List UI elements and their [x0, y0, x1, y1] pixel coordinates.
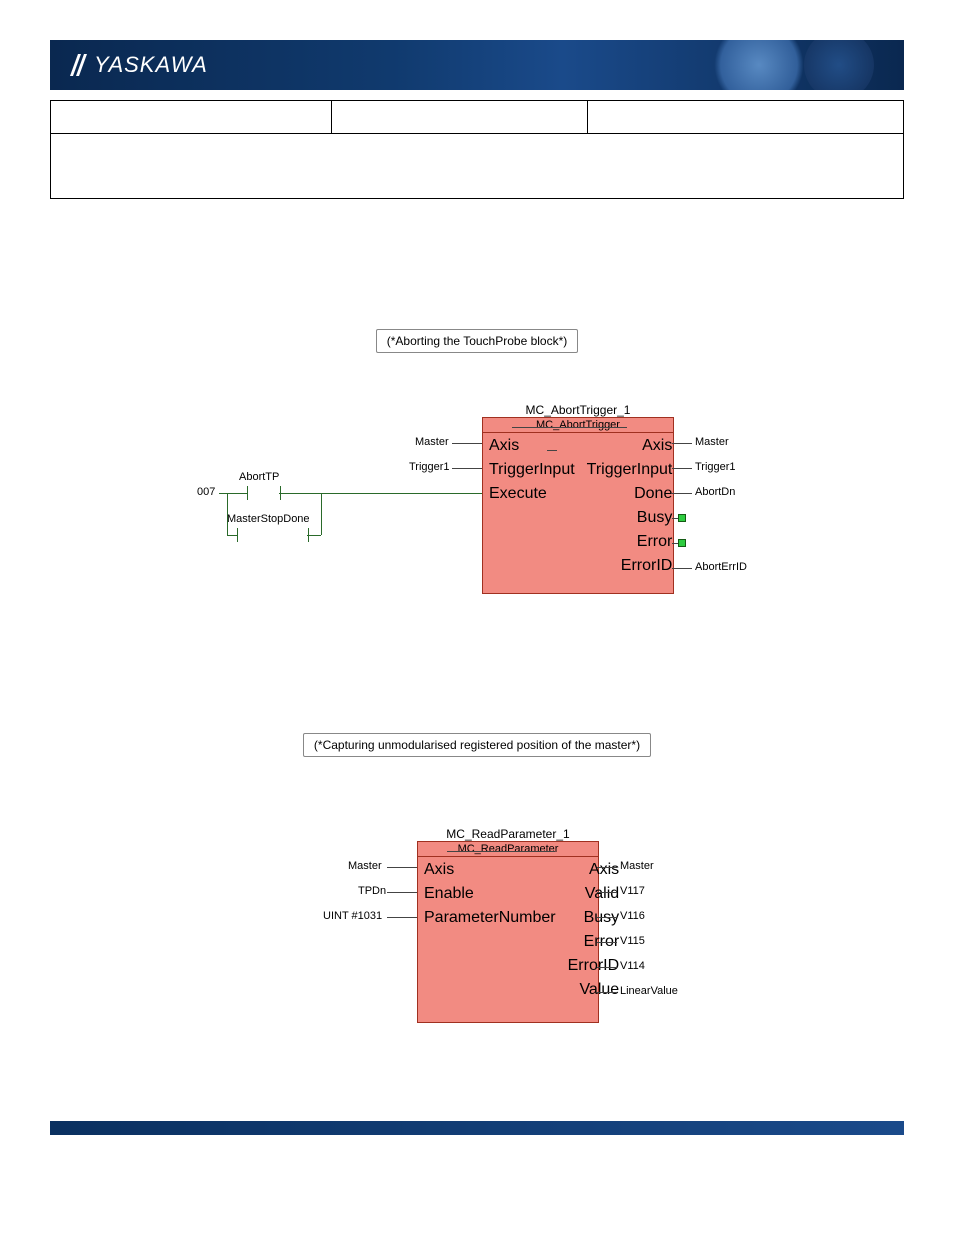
axis-through-line: [512, 427, 627, 428]
wire: [219, 493, 247, 494]
fb-outputs: Axis TriggerInput Done Busy Error ErrorI…: [581, 433, 679, 593]
ext-label-left: UINT #1031: [323, 910, 382, 922]
function-block-container: MC_ReadParameter_1 MC_ReadParameter Axis…: [417, 827, 599, 1023]
table-cell: [51, 134, 904, 199]
table-cell: [588, 101, 904, 134]
ext-label-right: V117: [620, 885, 645, 897]
logo-slash-icon: [70, 54, 88, 76]
fb-port: Valid: [585, 885, 619, 903]
ext-label-left: TPDn: [358, 885, 386, 897]
diagram-abort-trigger: 007 AbortTP MasterStopDone Master Trigge…: [197, 403, 757, 623]
fb-port: ParameterNumber: [424, 909, 556, 927]
function-block: MC_ReadParameter Axis Enable ParameterNu…: [417, 841, 599, 1023]
table-cell: [51, 101, 332, 134]
brand-logo: YASKAWA: [70, 52, 208, 78]
wire: [452, 443, 482, 444]
fb-port: TriggerInput: [489, 461, 575, 479]
ext-label-left: Master: [348, 860, 382, 872]
fb-port: Axis: [489, 437, 519, 455]
ladder-contact: [247, 486, 281, 500]
fb-port: Busy: [637, 509, 673, 527]
table-row: [51, 134, 904, 199]
ext-label-right: Master: [695, 436, 729, 448]
fb-port: ErrorID: [568, 957, 620, 975]
wire: [597, 917, 617, 918]
fb-port: Busy: [584, 909, 620, 927]
fb-port: TriggerInput: [587, 461, 673, 479]
brand-text: YASKAWA: [94, 52, 208, 78]
rung-number: 007: [197, 486, 215, 498]
fb-outputs: Axis Valid Busy Error ErrorID Value: [562, 857, 626, 1022]
table-row: [51, 101, 904, 134]
ext-label-right: V115: [620, 935, 645, 947]
ext-label-right: AbortErrID: [695, 561, 747, 573]
ext-label-right: Master: [620, 860, 654, 872]
wire: [597, 867, 617, 868]
info-table: [50, 100, 904, 199]
wire: [321, 493, 322, 535]
ladder-contact: [237, 528, 309, 542]
fb-instance-name: MC_AbortTrigger_1: [482, 403, 674, 417]
fb-port: Done: [634, 485, 672, 503]
wire: [672, 568, 692, 569]
wire: [387, 867, 417, 868]
wire: [227, 535, 237, 536]
wire: [597, 892, 617, 893]
header-banner: YASKAWA: [50, 40, 904, 90]
fb-body: Axis Enable ParameterNumber Axis Valid B…: [418, 857, 598, 1022]
ext-label-right: V114: [620, 960, 645, 972]
wire: [672, 493, 692, 494]
trigger-through-line: [547, 450, 557, 451]
fb-port: Value: [579, 981, 619, 999]
fb-port: ErrorID: [621, 557, 673, 575]
status-dot-icon: [678, 539, 686, 547]
fb-inputs: Axis TriggerInput Execute: [483, 433, 581, 593]
wire: [452, 468, 482, 469]
ext-label-right: AbortDn: [695, 486, 735, 498]
ext-label-left: Master: [415, 436, 449, 448]
status-dot-icon: [678, 514, 686, 522]
axis-through-line: [447, 851, 555, 852]
fb-inputs: Axis Enable ParameterNumber: [418, 857, 562, 1022]
fb-body: Axis TriggerInput Execute Axis TriggerIn…: [483, 433, 673, 593]
diagram-section: (*Aborting the TouchProbe block*) 007 Ab…: [50, 329, 904, 1027]
fb-type: MC_ReadParameter: [418, 842, 598, 857]
ext-label-right: V116: [620, 910, 645, 922]
fb-port: Axis: [424, 861, 454, 879]
content-area: YASKAWA (*Aborting the TouchProbe block*…: [0, 0, 954, 1027]
wire: [597, 992, 617, 993]
fb-type: MC_AbortTrigger: [483, 418, 673, 433]
wire: [597, 942, 617, 943]
page: YASKAWA (*Aborting the TouchProbe block*…: [0, 0, 954, 1235]
contact-label: MasterStopDone: [227, 513, 310, 525]
wire: [672, 443, 692, 444]
fb-port: Enable: [424, 885, 474, 903]
wire: [307, 535, 321, 536]
footer-bar: [50, 1121, 904, 1135]
wire: [387, 917, 417, 918]
fb-port: Error: [637, 533, 673, 551]
contact-label: AbortTP: [239, 471, 279, 483]
ext-label-right: Trigger1: [695, 461, 736, 473]
ext-label-right: LinearValue: [620, 985, 678, 997]
wire: [279, 493, 482, 494]
table-cell: [332, 101, 588, 134]
diagram-read-parameter: Master TPDn UINT #1031 MC_ReadParameter_…: [247, 827, 707, 1027]
wire: [597, 967, 617, 968]
fb-port: Execute: [489, 485, 547, 503]
ext-label-left: Trigger1: [409, 461, 450, 473]
wire: [672, 468, 692, 469]
wire: [387, 892, 417, 893]
fb-port: Axis: [642, 437, 672, 455]
comment-box: (*Aborting the TouchProbe block*): [376, 329, 579, 353]
comment-box: (*Capturing unmodularised registered pos…: [303, 733, 651, 757]
fb-port: Axis: [589, 861, 619, 879]
function-block: MC_AbortTrigger Axis TriggerInput Execut…: [482, 417, 674, 594]
fb-instance-name: MC_ReadParameter_1: [417, 827, 599, 841]
function-block-container: MC_AbortTrigger_1 MC_AbortTrigger Axis T…: [482, 403, 674, 594]
